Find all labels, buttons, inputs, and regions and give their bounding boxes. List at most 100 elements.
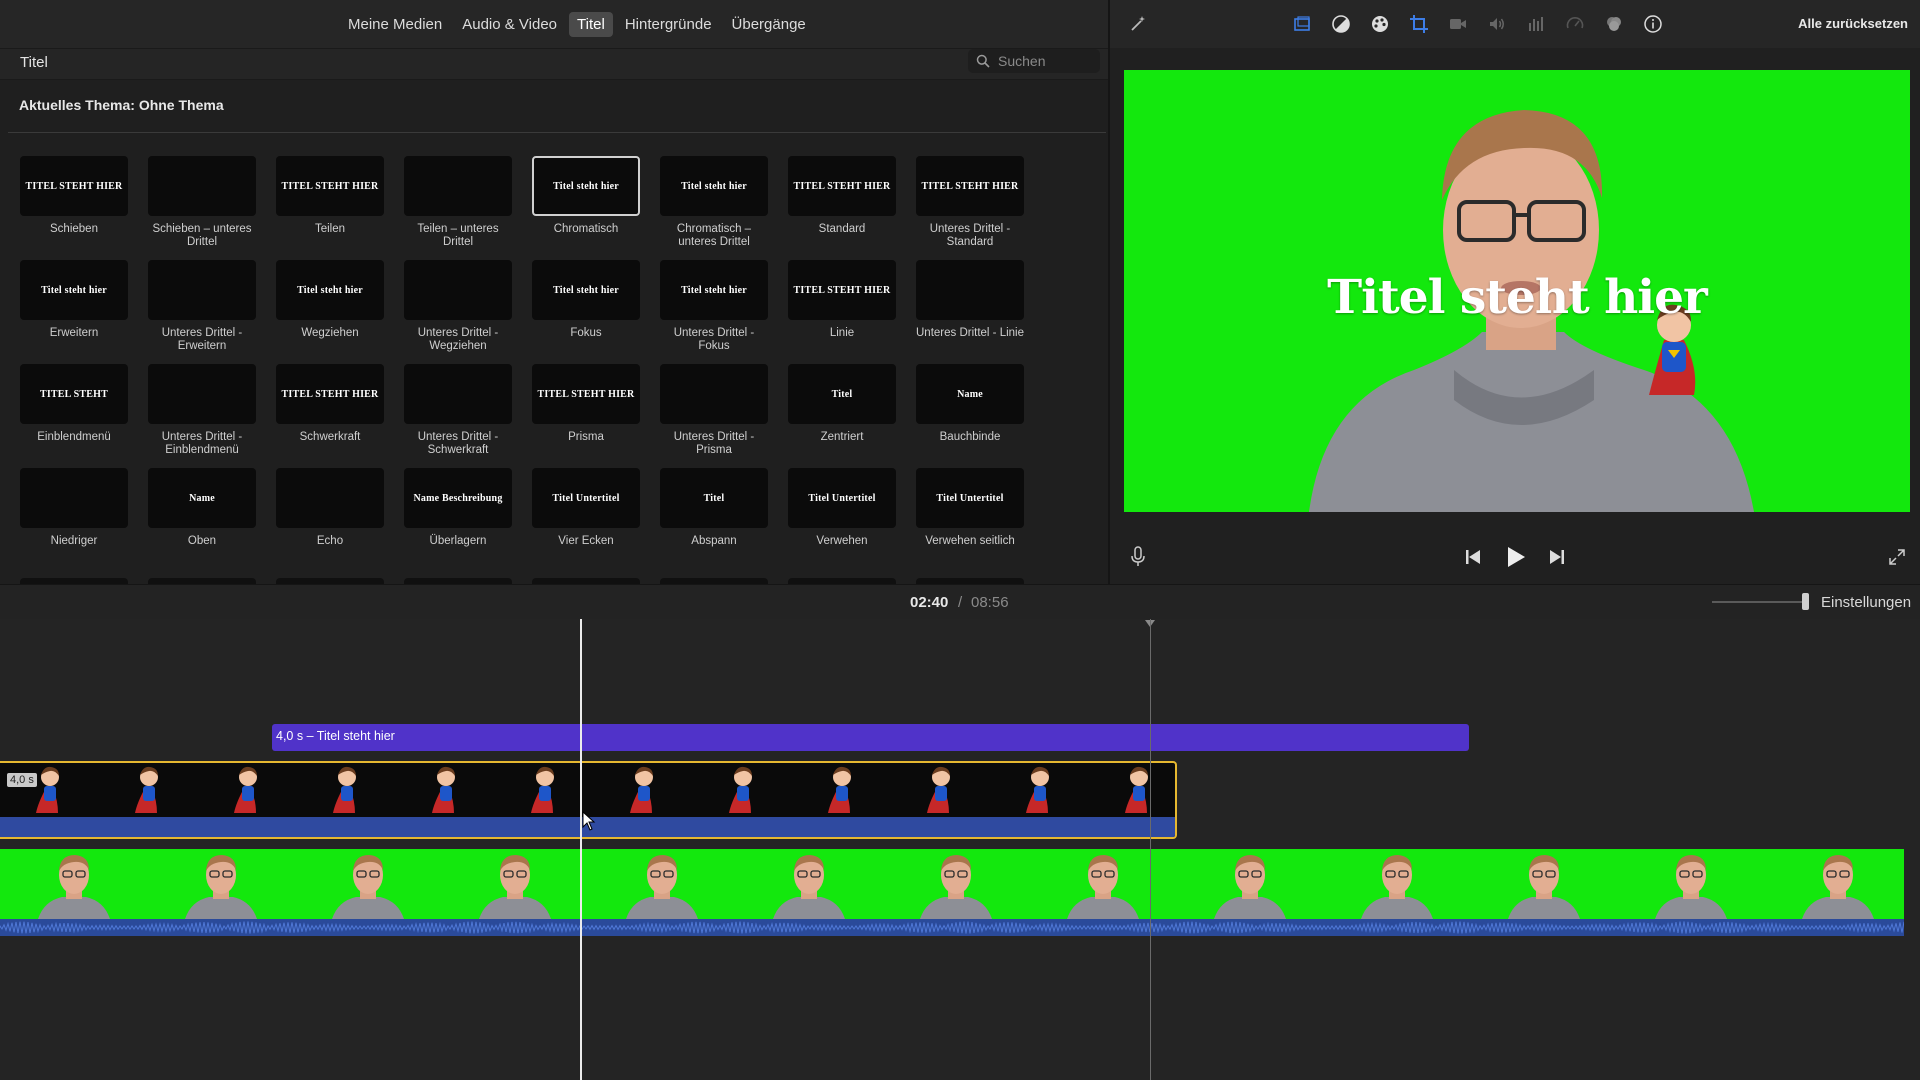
- zoom-slider-track[interactable]: [1712, 601, 1808, 603]
- clip-filter-icon[interactable]: [1602, 12, 1626, 36]
- tab-2[interactable]: Audio & Video: [454, 12, 565, 37]
- title-thumbnail[interactable]: Titel steht hier: [660, 260, 768, 320]
- speed-icon[interactable]: [1563, 12, 1587, 36]
- title-thumbnail[interactable]: [148, 364, 256, 424]
- title-thumbnail[interactable]: [148, 156, 256, 216]
- volume-icon[interactable]: [1485, 12, 1509, 36]
- presenter-frame: [294, 849, 441, 919]
- title-thumbnail[interactable]: TITEL STEHT HIER: [788, 156, 896, 216]
- magic-wand-icon[interactable]: [1126, 12, 1150, 36]
- title-tile[interactable]: Titel Abspann: [660, 468, 768, 572]
- title-tile[interactable]: Schieben – unteres Drittel: [148, 156, 256, 260]
- title-thumbnail[interactable]: Titel: [660, 468, 768, 528]
- title-thumbnail[interactable]: Titel Untertitel: [788, 468, 896, 528]
- title-tile[interactable]: TITEL STEHT HIER Standard: [788, 156, 896, 260]
- title-tile[interactable]: TITEL STEHT HIER Schieben: [20, 156, 128, 260]
- title-thumbnail[interactable]: Titel Untertitel: [916, 468, 1024, 528]
- title-thumbnail[interactable]: Titel steht hier: [532, 156, 640, 216]
- crop-icon[interactable]: [1407, 12, 1431, 36]
- title-thumbnail[interactable]: Name: [916, 364, 1024, 424]
- main-clip-frames: [0, 849, 1904, 919]
- title-tile[interactable]: TITEL STEHT HIER Teilen: [276, 156, 384, 260]
- reset-all-button[interactable]: Alle zurücksetzen: [1798, 16, 1908, 31]
- divider: [8, 132, 1106, 133]
- title-thumbnail[interactable]: [916, 260, 1024, 320]
- title-thumbnail[interactable]: Titel steht hier: [20, 260, 128, 320]
- title-tile[interactable]: Titel steht hier Chromatisch: [532, 156, 640, 260]
- title-tile[interactable]: Teilen – unteres Drittel: [404, 156, 512, 260]
- title-tile[interactable]: Unteres Drittel - Wegziehen: [404, 260, 512, 364]
- title-thumbnail[interactable]: [404, 260, 512, 320]
- stabilization-icon[interactable]: [1446, 12, 1470, 36]
- title-tile[interactable]: Titel steht hier Unteres Drittel - Fokus: [660, 260, 768, 364]
- title-tile[interactable]: Titel steht hier Wegziehen: [276, 260, 384, 364]
- title-tile[interactable]: Unteres Drittel - Erweitern: [148, 260, 256, 364]
- title-tile[interactable]: Titel Zentriert: [788, 364, 896, 468]
- tab-1[interactable]: Meine Medien: [340, 12, 450, 37]
- search-field[interactable]: [968, 49, 1100, 73]
- title-tile[interactable]: TITEL STEHT HIER Linie: [788, 260, 896, 364]
- title-tile[interactable]: Name Bauchbinde: [916, 364, 1024, 468]
- title-thumbnail[interactable]: TITEL STEHT HIER: [532, 364, 640, 424]
- title-thumbnail[interactable]: TITEL STEHT HIER: [916, 156, 1024, 216]
- title-tile[interactable]: Titel steht hier Fokus: [532, 260, 640, 364]
- title-tile[interactable]: Unteres Drittel - Einblendmenü: [148, 364, 256, 468]
- title-thumbnail[interactable]: Titel steht hier: [532, 260, 640, 320]
- fullscreen-icon[interactable]: [1886, 546, 1908, 568]
- main-video-clip[interactable]: [0, 849, 1904, 936]
- title-tile[interactable]: TITEL STEHT HIER Prisma: [532, 364, 640, 468]
- playhead[interactable]: [580, 619, 582, 1080]
- title-tile[interactable]: Unteres Drittel - Schwerkraft: [404, 364, 512, 468]
- title-tile[interactable]: Name Beschreibung Überlagern: [404, 468, 512, 572]
- title-thumbnail[interactable]: [148, 260, 256, 320]
- play-icon[interactable]: [1502, 543, 1530, 571]
- title-thumbnail[interactable]: TITEL STEHT: [20, 364, 128, 424]
- title-tile[interactable]: Titel steht hier Erweitern: [20, 260, 128, 364]
- color-balance-icon[interactable]: [1329, 12, 1353, 36]
- title-thumbnail[interactable]: [660, 364, 768, 424]
- noise-reduction-icon[interactable]: [1524, 12, 1548, 36]
- title-thumbnail[interactable]: Name Beschreibung: [404, 468, 512, 528]
- title-tile[interactable]: Titel Untertitel Vier Ecken: [532, 468, 640, 572]
- title-clip[interactable]: 4,0 s – Titel steht hier: [272, 724, 1469, 751]
- title-tile[interactable]: Unteres Drittel - Linie: [916, 260, 1024, 364]
- title-tile[interactable]: Titel steht hier Chromatisch – unteres Dr…: [660, 156, 768, 260]
- title-thumbnail[interactable]: Titel Untertitel: [532, 468, 640, 528]
- title-thumbnail[interactable]: [404, 156, 512, 216]
- timeline[interactable]: 4,0 s – Titel steht hier 4,0 s: [0, 619, 1920, 1080]
- microphone-icon[interactable]: [1128, 545, 1148, 569]
- title-tile[interactable]: Titel Untertitel Verwehen: [788, 468, 896, 572]
- title-thumbnail[interactable]: Titel steht hier: [660, 156, 768, 216]
- title-thumbnail[interactable]: [276, 468, 384, 528]
- title-thumbnail[interactable]: TITEL STEHT HIER: [276, 364, 384, 424]
- title-thumbnail[interactable]: [404, 364, 512, 424]
- tab-4[interactable]: Hintergründe: [617, 12, 720, 37]
- title-thumbnail[interactable]: Titel: [788, 364, 896, 424]
- title-tile[interactable]: Name Oben: [148, 468, 256, 572]
- title-thumbnail[interactable]: TITEL STEHT HIER: [20, 156, 128, 216]
- search-input[interactable]: [996, 52, 1095, 70]
- title-thumbnail[interactable]: Titel steht hier: [276, 260, 384, 320]
- superhero-frame: [792, 763, 891, 817]
- tab-3[interactable]: Titel: [569, 12, 613, 37]
- skip-forward-icon[interactable]: [1546, 546, 1568, 568]
- title-tile[interactable]: Titel Untertitel Verwehen seitlich: [916, 468, 1024, 572]
- title-thumbnail[interactable]: TITEL STEHT HIER: [788, 260, 896, 320]
- title-tile[interactable]: Echo: [276, 468, 384, 572]
- info-icon[interactable]: [1641, 12, 1665, 36]
- title-tile[interactable]: TITEL STEHT HIER Schwerkraft: [276, 364, 384, 468]
- color-correction-icon[interactable]: [1368, 12, 1392, 36]
- zoom-slider-knob[interactable]: [1802, 593, 1809, 610]
- title-tile[interactable]: Niedriger: [20, 468, 128, 572]
- timeline-settings-button[interactable]: Einstellungen: [1821, 594, 1911, 611]
- title-tile[interactable]: TITEL STEHT HIER Unteres Drittel - Standa…: [916, 156, 1024, 260]
- tab-5[interactable]: Übergänge: [724, 12, 814, 37]
- title-tile[interactable]: TITEL STEHT Einblendmenü: [20, 364, 128, 468]
- skip-back-icon[interactable]: [1462, 546, 1484, 568]
- title-tile[interactable]: Unteres Drittel - Prisma: [660, 364, 768, 468]
- overlay-clip-duration: 4,0 s: [7, 773, 37, 787]
- crop-size-icon[interactable]: [1290, 12, 1314, 36]
- title-thumbnail[interactable]: TITEL STEHT HIER: [276, 156, 384, 216]
- title-thumbnail[interactable]: [20, 468, 128, 528]
- title-thumbnail[interactable]: Name: [148, 468, 256, 528]
